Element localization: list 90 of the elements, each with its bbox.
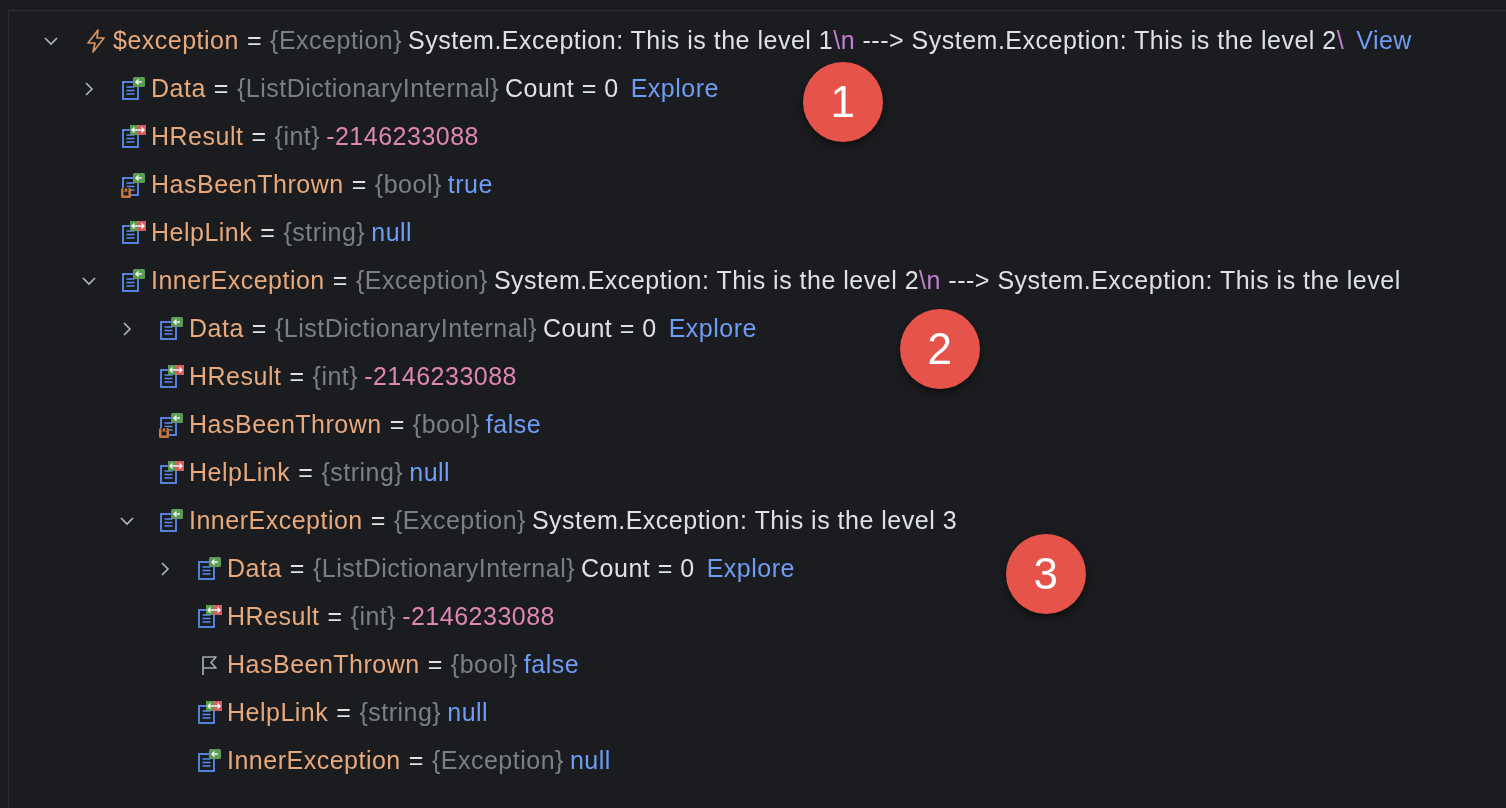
equals-sign: = [408, 745, 424, 777]
value-text: -2146233088 [364, 361, 517, 393]
value-text: null [371, 217, 413, 249]
value-text: null [409, 457, 451, 489]
field-icon [197, 700, 223, 726]
field-icon [159, 316, 185, 342]
type-label: {string} [359, 697, 442, 729]
equals-sign: = [298, 457, 314, 489]
equals-sign: = [351, 169, 367, 201]
type-label: {Exception} [355, 265, 488, 297]
equals-sign: = [389, 409, 405, 441]
link[interactable]: View [1356, 22, 1412, 60]
value-text: ---> System.Exception: This is the level [947, 265, 1401, 297]
variable-name: HelpLink [227, 697, 329, 729]
equals-sign: = [327, 601, 343, 633]
variable-name: Data [151, 73, 206, 105]
callout-badge: 2 [900, 309, 980, 389]
type-label: {bool} [450, 649, 518, 681]
type-label: {int} [350, 601, 397, 633]
type-label: {bool} [412, 409, 480, 441]
equals-sign: = [289, 553, 305, 585]
locked-field-icon [159, 412, 185, 438]
type-label: {Exception} [393, 505, 526, 537]
variable-name: HasBeenThrown [189, 409, 382, 441]
equals-sign: = [336, 697, 352, 729]
equals-sign: = [246, 25, 263, 57]
field-icon [121, 268, 147, 294]
type-label: {bool} [374, 169, 442, 201]
equals-sign: = [332, 265, 348, 297]
variable-name: HasBeenThrown [151, 169, 344, 201]
value-text: false [485, 409, 542, 441]
type-label: {string} [321, 457, 404, 489]
escape-sequence: \ [1336, 25, 1345, 57]
type-label: {int} [312, 361, 359, 393]
value-text: null [569, 745, 611, 777]
field-icon [159, 460, 185, 486]
value-text: System.Exception: This is the level 3 [531, 505, 958, 537]
variable-name: HelpLink [189, 457, 291, 489]
escape-sequence: \n [919, 265, 941, 297]
type-label: {ListDictionaryInternal} [236, 73, 500, 105]
field-icon [159, 508, 185, 534]
field-icon [159, 364, 185, 390]
variable-name: HelpLink [151, 217, 253, 249]
type-label: {Exception} [270, 25, 403, 57]
equals-sign: = [251, 121, 267, 153]
field-icon [121, 76, 147, 102]
value-text: Count = 0 [505, 73, 619, 105]
link[interactable]: Explore [668, 310, 757, 348]
callout-badge: 3 [1006, 534, 1086, 614]
type-label: {ListDictionaryInternal} [312, 553, 576, 585]
equals-sign: = [213, 73, 229, 105]
equals-sign: = [251, 313, 267, 345]
field-icon [121, 220, 147, 246]
value-text: -2146233088 [326, 121, 479, 153]
callout-badge: 1 [803, 62, 883, 142]
field-icon [121, 124, 147, 150]
link[interactable]: Explore [630, 70, 719, 108]
value-text: Count = 0 [543, 313, 657, 345]
escape-sequence: \n [833, 25, 856, 57]
variable-name: InnerException [227, 745, 401, 777]
value-text: System.Exception: This is the level 1 [408, 25, 834, 57]
field-icon [197, 748, 223, 774]
link[interactable]: Explore [706, 550, 795, 588]
variable-name: HResult [227, 601, 320, 633]
value-text: true [447, 169, 493, 201]
variable-name: Data [227, 553, 282, 585]
equals-sign: = [260, 217, 276, 249]
locked-field-icon [121, 172, 147, 198]
value-text: null [447, 697, 489, 729]
value-text: -2146233088 [402, 601, 555, 633]
equals-sign: = [370, 505, 386, 537]
type-label: {Exception} [431, 745, 564, 777]
value-text: false [523, 649, 580, 681]
variable-name: HResult [189, 361, 282, 393]
variable-name: HResult [151, 121, 244, 153]
variable-name: InnerException [189, 505, 363, 537]
type-label: {string} [283, 217, 366, 249]
variable-name: HasBeenThrown [227, 649, 420, 681]
variable-name: $exception [113, 25, 239, 57]
variable-name: Data [189, 313, 244, 345]
value-text: ---> System.Exception: This is the level 2 [861, 25, 1337, 57]
value-text: Count = 0 [581, 553, 695, 585]
type-label: {ListDictionaryInternal} [274, 313, 538, 345]
value-text: System.Exception: This is the level 2 [493, 265, 920, 297]
type-label: {int} [274, 121, 321, 153]
variable-name: InnerException [151, 265, 325, 297]
equals-sign: = [427, 649, 443, 681]
field-icon [197, 556, 223, 582]
equals-sign: = [289, 361, 305, 393]
field-icon [197, 604, 223, 630]
